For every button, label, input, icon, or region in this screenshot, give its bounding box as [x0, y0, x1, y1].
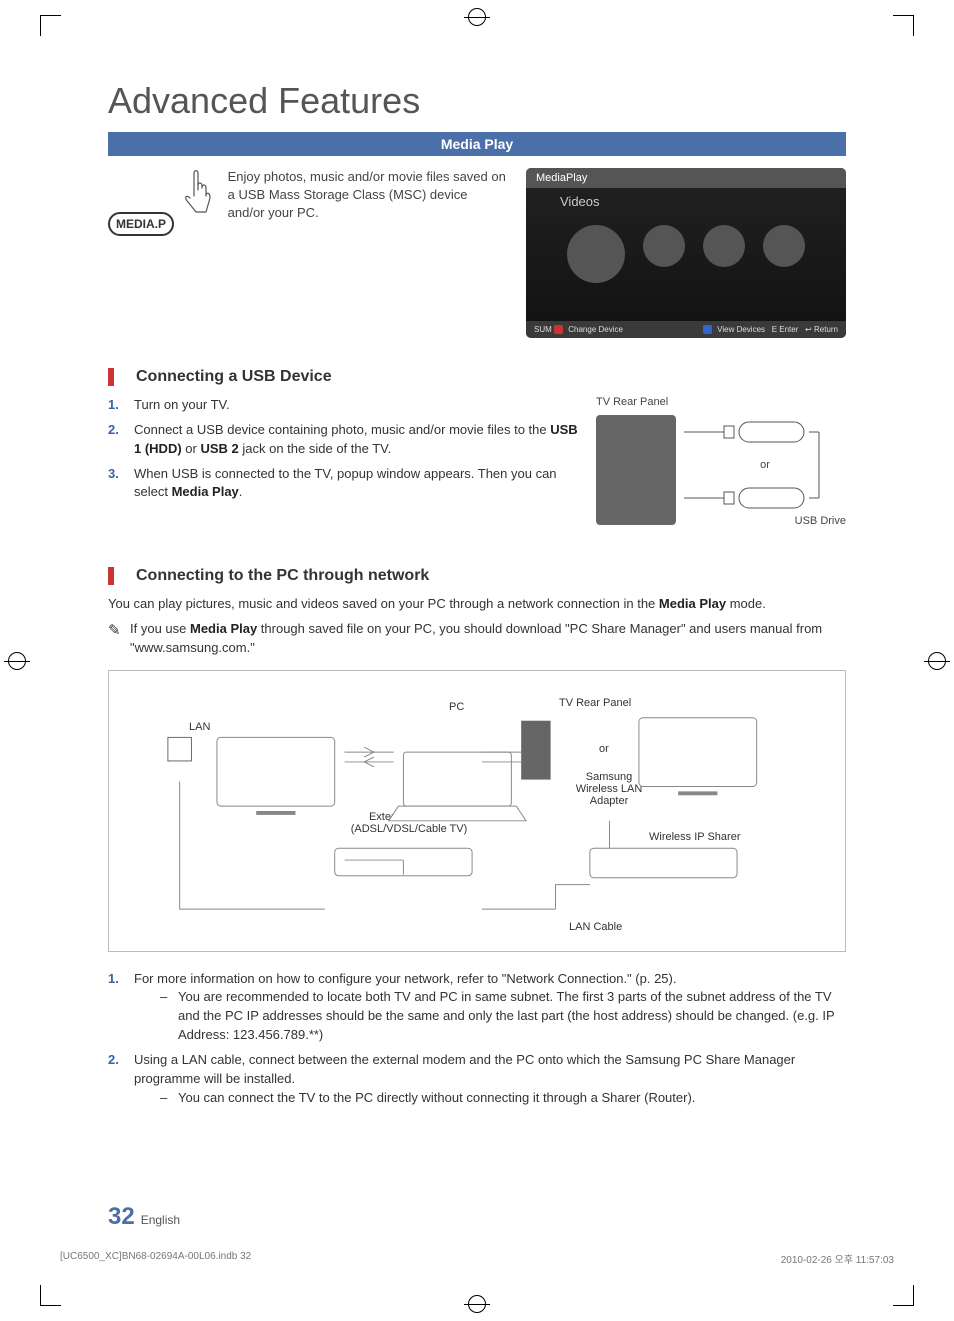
media-icon [703, 225, 745, 267]
intro-text: Enjoy photos, music and/or movie files s… [228, 168, 506, 338]
remote-button-label: MEDIA.P [108, 212, 174, 236]
tv-panel-illustration [596, 415, 676, 525]
screenshot-footer-left: SUM Change Device [534, 325, 623, 334]
page-title: Advanced Features [108, 80, 894, 122]
crop-mark [893, 1285, 914, 1306]
screenshot-title: MediaPlay [526, 168, 846, 188]
registration-mark [8, 652, 26, 670]
red-key-icon [554, 325, 563, 334]
usb-figure: TV Rear Panel or USB Drive [596, 396, 846, 527]
remote-illustration: MEDIA.P [108, 168, 218, 338]
screenshot-subtitle: Videos [526, 188, 846, 215]
list-item: 2.Connect a USB device containing photo,… [108, 421, 578, 459]
blue-key-icon [703, 325, 712, 334]
section-accent [108, 368, 114, 386]
page-number: 32English [108, 1203, 180, 1231]
section-accent [108, 567, 114, 585]
list-item: 2. Using a LAN cable, connect between th… [108, 1051, 846, 1108]
section2-lead: You can play pictures, music and videos … [108, 595, 846, 614]
section-bar-media-play: Media Play [108, 132, 846, 156]
crop-mark [40, 15, 61, 36]
section-title-usb: Connecting a USB Device [136, 368, 332, 386]
usb-connection-diagram [684, 412, 834, 522]
registration-mark [928, 652, 946, 670]
list-item: 1. For more information on how to config… [108, 970, 846, 1045]
hand-icon [178, 168, 218, 228]
network-diagram: LAN PC TV Rear Panel or Samsung Wireless… [108, 670, 846, 952]
crop-mark [893, 15, 914, 36]
footer-right: 2010-02-26 오후 11:57:03 [781, 1251, 894, 1266]
media-icon [763, 225, 805, 267]
note-icon: ✎ [108, 620, 130, 658]
mediaplay-screenshot: MediaPlay Videos SUM Change Device [526, 168, 846, 338]
videos-icon [567, 225, 625, 283]
section-title-pc: Connecting to the PC through network [136, 567, 429, 585]
screenshot-footer-right: View Devices E Enter ↩ Return [703, 325, 838, 334]
crop-mark [40, 1285, 61, 1306]
note: ✎ If you use Media Play through saved fi… [108, 620, 846, 658]
registration-mark [468, 1295, 486, 1313]
figure-caption: TV Rear Panel [596, 396, 846, 408]
list-item: 1.Turn on your TV. [108, 396, 578, 415]
footer-left: [UC6500_XC]BN68-02694A-00L06.indb 32 [60, 1251, 251, 1266]
list-item: 3.When USB is connected to the TV, popup… [108, 465, 578, 503]
registration-mark [468, 8, 486, 26]
media-icon [643, 225, 685, 267]
